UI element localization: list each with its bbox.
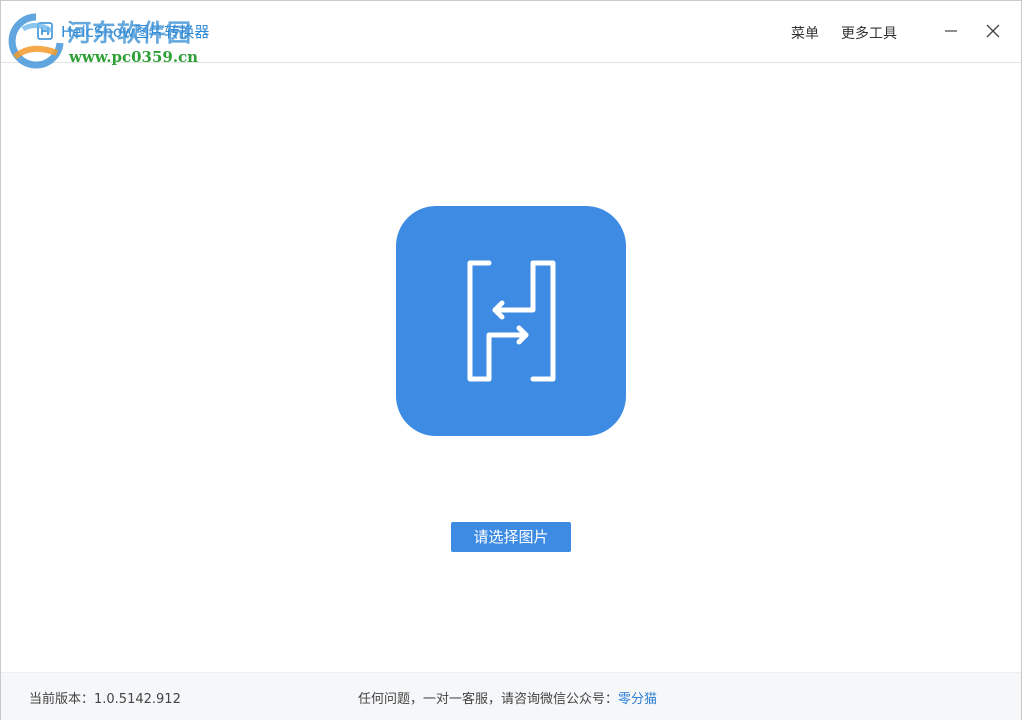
more-tools-button[interactable]: 更多工具 (841, 23, 897, 43)
support-text: 任何问题，一对一客服，请咨询微信公众号： (358, 692, 619, 707)
wechat-account-link[interactable]: 零分猫 (618, 692, 657, 707)
app-window: HeicShow图片转换器 河东软件园 www.pc0359.cn 菜单 更多工… (0, 0, 1022, 720)
watermark-logo-icon (8, 13, 64, 69)
version-label: 当前版本：1.0.5142.912 (29, 692, 181, 707)
menu-button[interactable]: 菜单 (791, 23, 819, 43)
main-area: 请选择图片 (1, 63, 1021, 672)
app-icon (37, 22, 53, 40)
status-footer: 当前版本：1.0.5142.912 任何问题，一对一客服，请咨询微信公众号：零分… (1, 672, 1021, 720)
title-bar[interactable]: HeicShow图片转换器 河东软件园 www.pc0359.cn 菜单 更多工… (1, 1, 1021, 69)
close-button[interactable] (979, 17, 1007, 45)
heic-convert-logo-icon (396, 206, 626, 436)
app-title: HeicShow图片转换器 (61, 23, 210, 41)
support-info: 任何问题，一对一客服，请咨询微信公众号：零分猫 (358, 688, 657, 707)
select-image-button[interactable]: 请选择图片 (451, 522, 571, 552)
minimize-button[interactable] (937, 17, 965, 45)
